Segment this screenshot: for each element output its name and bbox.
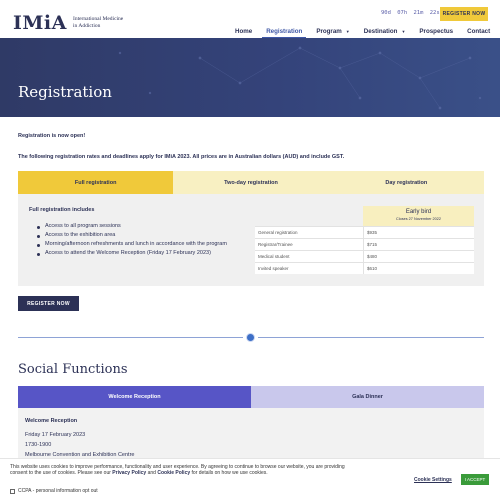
cookie-text-and: and: [146, 470, 158, 477]
chevron-down-icon: ▼: [401, 28, 406, 34]
early-bird-header: Early bird Closes 27 November 2022: [363, 206, 474, 226]
rates-header-blank: [255, 206, 363, 226]
early-bird-title: Early bird: [405, 209, 432, 215]
event-date: Friday 17 February 2023: [25, 432, 86, 438]
chevron-down-icon: ▼: [345, 28, 350, 34]
inclusions-list: Access to all program sessions Access to…: [36, 222, 241, 258]
nav-label: Prospectus: [419, 27, 454, 35]
cookie-message: This website uses cookies to improve per…: [10, 464, 355, 476]
ccpa-label: CCPA - personal information opt out: [18, 488, 98, 494]
list-item: Access to the exhibition area: [36, 231, 241, 240]
countdown-minutes: 21m: [413, 10, 424, 16]
page-title: Registration: [18, 83, 112, 101]
welcome-reception-heading: Welcome Reception: [25, 418, 78, 424]
ccpa-checkbox[interactable]: [10, 488, 15, 494]
list-item: Morning/afternoon refreshments and lunch…: [36, 240, 241, 249]
header-register-button[interactable]: REGISTER NOW: [440, 7, 488, 21]
tab-full-registration[interactable]: Full registration: [18, 171, 174, 194]
rate-label: Medical student: [258, 254, 290, 259]
table-row: Medical student $480: [255, 250, 474, 262]
accept-cookies-button[interactable]: I ACCEPT: [461, 474, 489, 485]
countdown-days: 90d: [381, 10, 391, 16]
nav-label: Destination: [363, 27, 398, 35]
countdown-seconds: 22s: [429, 10, 440, 16]
event-time: 1730-1900: [25, 442, 52, 448]
nav-item-contact[interactable]: Contact: [460, 24, 497, 38]
cookie-settings-link[interactable]: Cookie Settings: [414, 477, 452, 483]
list-item: Access to all program sessions: [36, 222, 241, 231]
ccpa-opt-out: CCPA - personal information opt out: [10, 488, 98, 494]
logo-subtitle-line1: International Medicine: [73, 16, 124, 22]
tab-welcome-reception[interactable]: Welcome Reception: [18, 386, 251, 408]
nav-item-registration[interactable]: Registration: [259, 24, 309, 39]
nav-label: Home: [235, 27, 253, 35]
list-item: Access to attend the Welcome Reception (…: [36, 249, 241, 258]
rate-price: $480: [363, 251, 474, 262]
rate-label: Registrar/Trainee: [258, 242, 293, 247]
cookie-text-part2: for details on how we use cookies.: [190, 470, 268, 477]
tab-day-registration[interactable]: Day registration: [328, 171, 484, 194]
tab-two-day-registration[interactable]: Two-day registration: [173, 171, 329, 194]
rates-note-text: The following registration rates and dea…: [18, 154, 345, 160]
rate-label: Invited speaker: [258, 266, 289, 271]
section-divider-left: [18, 337, 243, 338]
social-tabs: Welcome Reception Gala Dinner: [18, 386, 484, 408]
early-bird-deadline: Closes 27 November 2022: [396, 217, 441, 221]
logo-subtitle-line2: in Addiction: [73, 23, 101, 29]
countdown-timer: 90d 07h 21m 22s: [381, 10, 443, 16]
tab-gala-dinner[interactable]: Gala Dinner: [251, 386, 484, 408]
main-nav: Home Registration Program ▼ Destination ▼ …: [228, 24, 497, 39]
rate-price: $715: [363, 239, 474, 250]
rates-table: Early bird Closes 27 November 2022 Gener…: [255, 206, 474, 274]
nav-item-prospectus[interactable]: Prospectus: [412, 24, 460, 38]
rates-table-header: Early bird Closes 27 November 2022: [255, 206, 474, 226]
globe-icon: [246, 333, 255, 342]
nav-item-program[interactable]: Program ▼: [309, 24, 356, 38]
hero-network-pattern: [118, 46, 482, 110]
cookie-banner: This website uses cookies to improve per…: [0, 458, 500, 500]
rate-price: $610: [363, 263, 474, 274]
site-header: IMiA International Medicine in Addiction…: [0, 0, 500, 39]
full-registration-panel: Full registration includes Access to all…: [18, 194, 484, 286]
site-logo[interactable]: IMiA: [13, 12, 67, 34]
nav-label: Registration: [266, 27, 303, 35]
page-hero: Registration: [0, 38, 500, 117]
nav-label: Contact: [467, 27, 491, 35]
table-row: General registration $935: [255, 226, 474, 238]
section-divider-right: [258, 337, 484, 338]
registration-tabs: Full registration Two-day registration D…: [18, 171, 484, 194]
nav-item-home[interactable]: Home: [228, 24, 259, 38]
registration-open-text: Registration is now open!: [18, 133, 86, 139]
register-now-button[interactable]: REGISTER NOW: [18, 296, 79, 311]
nav-item-destination[interactable]: Destination ▼: [357, 24, 413, 38]
logo-subtitle: International Medicine in Addiction: [73, 16, 123, 30]
table-row: Invited speaker $610: [255, 262, 474, 274]
countdown-hours: 07h: [397, 10, 408, 16]
rate-label: General registration: [258, 230, 298, 235]
inclusions-heading: Full registration includes: [29, 207, 95, 213]
nav-label: Program: [316, 27, 342, 35]
table-row: Registrar/Trainee $715: [255, 238, 474, 250]
cookie-policy-link[interactable]: Cookie Policy: [157, 470, 190, 476]
privacy-policy-link[interactable]: Privacy Policy: [112, 470, 146, 476]
social-functions-heading: Social Functions: [18, 362, 128, 377]
rate-price: $935: [363, 227, 474, 238]
